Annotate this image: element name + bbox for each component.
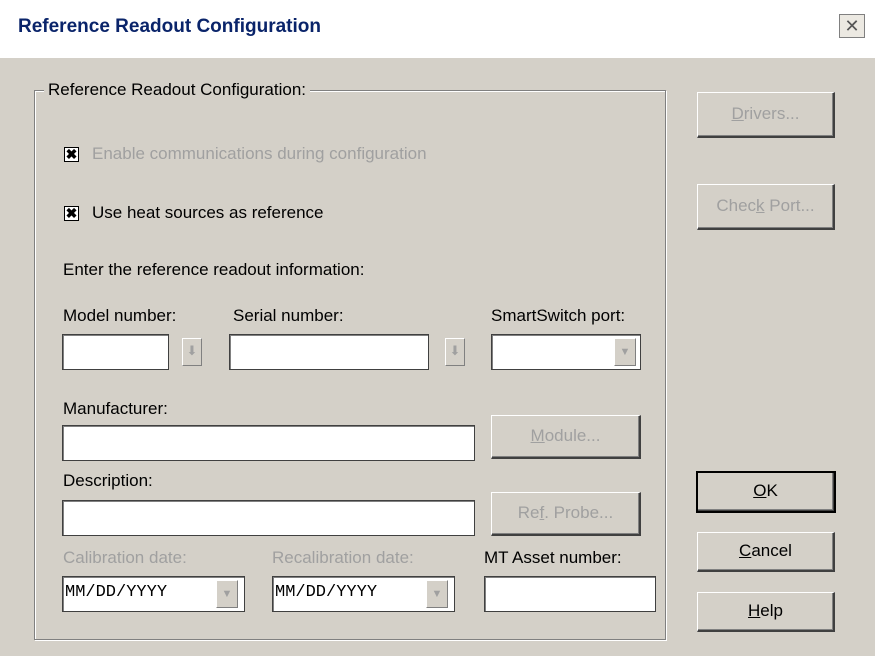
serial-lookup-button[interactable]: ⬇ <box>445 338 465 366</box>
mt-asset-label: MT Asset number: <box>484 548 622 567</box>
drivers-button[interactable]: Drivers... <box>697 92 835 138</box>
lookup-icon: ⬇ <box>186 343 198 358</box>
ref-probe-button[interactable]: Ref. Probe... <box>491 492 641 536</box>
enable-comm-label: Enable communications during configurati… <box>92 144 427 163</box>
use-heat-label: Use heat sources as reference <box>92 203 324 222</box>
manufacturer-input[interactable] <box>62 425 475 461</box>
model-lookup-button[interactable]: ⬇ <box>182 338 202 366</box>
lookup-icon: ⬇ <box>449 343 461 358</box>
close-button[interactable]: ✕ <box>839 14 865 38</box>
help-button[interactable]: Help <box>697 592 835 632</box>
calibration-date-value: MM/DD/YYYY <box>65 583 168 602</box>
serial-number-label: Serial number: <box>233 306 344 325</box>
close-icon: ✕ <box>844 16 860 36</box>
mt-asset-input[interactable] <box>484 576 656 612</box>
chevron-down-icon: ▼ <box>431 588 443 600</box>
window-title: Reference Readout Configuration <box>18 16 321 37</box>
cancel-button[interactable]: Cancel <box>697 532 835 572</box>
chevron-down-icon: ▼ <box>221 588 233 600</box>
description-label: Description: <box>63 471 153 490</box>
check-port-button[interactable]: Check Port... <box>697 184 835 230</box>
use-heat-check-icon: ✖ <box>64 205 79 221</box>
model-number-input[interactable] <box>62 334 169 370</box>
model-number-label: Model number: <box>63 306 177 325</box>
ok-button[interactable]: OK <box>696 471 836 513</box>
smartswitch-dropdown-button[interactable]: ▼ <box>614 338 636 366</box>
enter-info-label: Enter the reference readout information: <box>63 260 365 279</box>
chevron-down-icon: ▼ <box>619 346 631 358</box>
title-bar: Reference Readout Configuration ✕ <box>0 0 875 58</box>
recalibration-date-value: MM/DD/YYYY <box>275 583 378 602</box>
smartswitch-port-label: SmartSwitch port: <box>491 306 626 325</box>
description-input[interactable] <box>62 500 475 536</box>
calibration-date-dropdown[interactable]: ▼ <box>216 580 238 608</box>
recalibration-date-dropdown[interactable]: ▼ <box>426 580 448 608</box>
enable-comm-check-icon: ✖ <box>64 146 79 162</box>
calibration-date-label: Calibration date: <box>63 548 187 567</box>
recalibration-date-label: Recalibration date: <box>272 548 414 567</box>
module-button[interactable]: Module... <box>491 415 641 459</box>
groupbox-label: Reference Readout Configuration: <box>44 80 310 100</box>
manufacturer-label: Manufacturer: <box>63 399 168 418</box>
serial-number-input[interactable] <box>229 334 429 370</box>
dialog-window: Reference Readout Configuration ✕ Refere… <box>0 0 875 656</box>
